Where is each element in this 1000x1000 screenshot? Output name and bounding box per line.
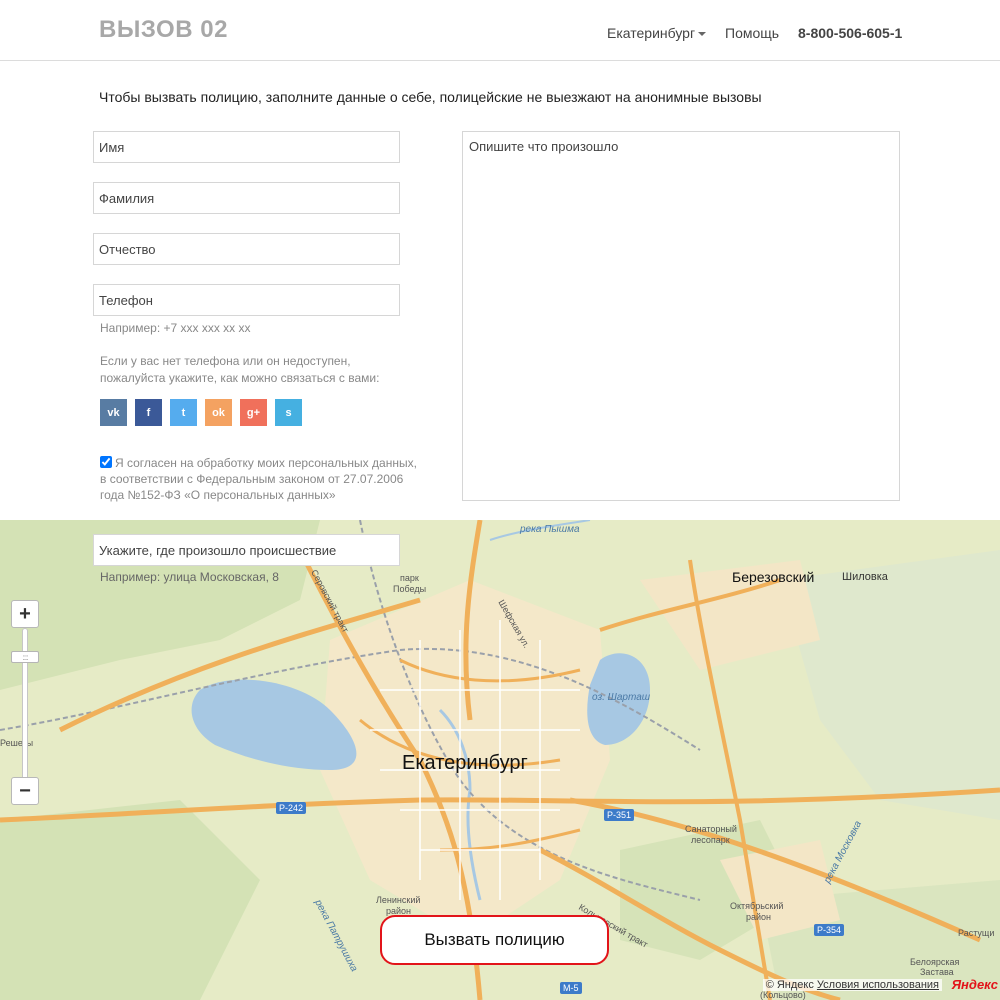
consent-block: Я согласен на обработку моих персональны…: [100, 455, 430, 503]
map-widget[interactable]: река Пышма парк Победы Серовский тракт Ш…: [0, 520, 1000, 1000]
consent-text-2: в соответствии с Федеральным законом от …: [100, 472, 404, 486]
terms-of-use-link[interactable]: Условия использования: [817, 979, 939, 991]
city-label: Екатеринбург: [607, 25, 696, 41]
consent-text-3: года №152-ФЗ «О персональных данных»: [100, 488, 336, 502]
call-police-button[interactable]: Вызвать полицию: [380, 915, 609, 965]
hotline-phone: 8-800-506-605-1: [798, 25, 903, 41]
map-label-berezovsky: Березовский: [732, 569, 815, 585]
map-label-shartash: оз. Шарташ: [592, 692, 651, 703]
location-hint: Например: улица Московская, 8: [100, 570, 279, 584]
map-label-pobedy: Победы: [393, 584, 427, 594]
route-shield-m5: М-5: [560, 982, 582, 994]
map-label-ekaterinburg: Екатеринбург: [402, 752, 528, 774]
consent-text-1: Я согласен на обработку моих персональны…: [115, 456, 417, 470]
consent-checkbox[interactable]: [100, 456, 112, 468]
phone-hint: Например: +7 xxx xxx xx xx: [100, 321, 251, 335]
map-label-reshety: Решеты: [0, 738, 34, 748]
help-link[interactable]: Помощь: [725, 25, 779, 41]
map-label-sanatorny-1: Санаторный: [685, 824, 737, 834]
zoom-in-button[interactable]: +: [11, 600, 39, 628]
google-plus-icon[interactable]: g+: [240, 399, 267, 426]
last-name-input[interactable]: [93, 182, 400, 214]
patronymic-input[interactable]: [93, 233, 400, 265]
map-label-oktyabrsky-1: Октябрьский: [730, 901, 784, 911]
zoom-out-button[interactable]: −: [11, 777, 39, 805]
copyright-text: © Яндекс: [765, 979, 814, 991]
twitter-icon[interactable]: t: [170, 399, 197, 426]
map-label-sanatorny-2: лесопарк: [691, 835, 730, 845]
map-label-pyshma: река Пышма: [520, 524, 580, 535]
yandex-logo[interactable]: Яндекс: [952, 977, 998, 992]
city-selector[interactable]: Екатеринбург: [607, 25, 707, 41]
map-label-leninsky-1: Ленинский: [376, 895, 421, 905]
incident-description-textarea[interactable]: [462, 131, 900, 501]
map-label-shilovka: Шиловка: [842, 571, 888, 583]
map-label-beloyarskaya-2: Застава: [920, 967, 954, 977]
map-label-beloyarskaya-1: Белоярская: [910, 957, 960, 967]
route-shield-r354: Р-354: [814, 924, 845, 936]
site-logo[interactable]: ВЫЗОВ 02: [99, 16, 228, 44]
facebook-icon[interactable]: f: [135, 399, 162, 426]
map-label-rastushi: Растущи: [958, 928, 995, 938]
caret-down-icon: [698, 32, 707, 37]
first-name-input[interactable]: [93, 131, 400, 163]
intro-text: Чтобы вызвать полицию, заполните данные …: [99, 89, 762, 105]
phone-input[interactable]: [93, 284, 400, 316]
map-copyright: © Яндекс Условия использования: [762, 979, 942, 991]
zoom-slider-handle[interactable]: ::::: [11, 651, 39, 663]
contact-hint-2: пожалуйста укажите, как можно связаться …: [100, 371, 380, 385]
contact-hint-1: Если у вас нет телефона или он недоступе…: [100, 354, 351, 368]
map-label-koltsovo: (Кольцово): [760, 990, 806, 1000]
yandex-logo-text: Яндекс: [951, 977, 998, 992]
social-buttons: vk f t ok g+ s: [100, 399, 302, 426]
odnoklassniki-icon[interactable]: ok: [205, 399, 232, 426]
map-label-park: парк: [400, 573, 419, 583]
route-shield-r242: Р-242: [276, 802, 307, 814]
vk-icon[interactable]: vk: [100, 399, 127, 426]
route-shield-r351: Р-351: [604, 809, 635, 821]
skype-icon[interactable]: s: [275, 399, 302, 426]
top-header: ВЫЗОВ 02 Екатеринбург Помощь 8-800-506-6…: [0, 0, 1000, 61]
map-label-oktyabrsky-2: район: [746, 912, 772, 922]
incident-location-input[interactable]: [93, 534, 400, 566]
